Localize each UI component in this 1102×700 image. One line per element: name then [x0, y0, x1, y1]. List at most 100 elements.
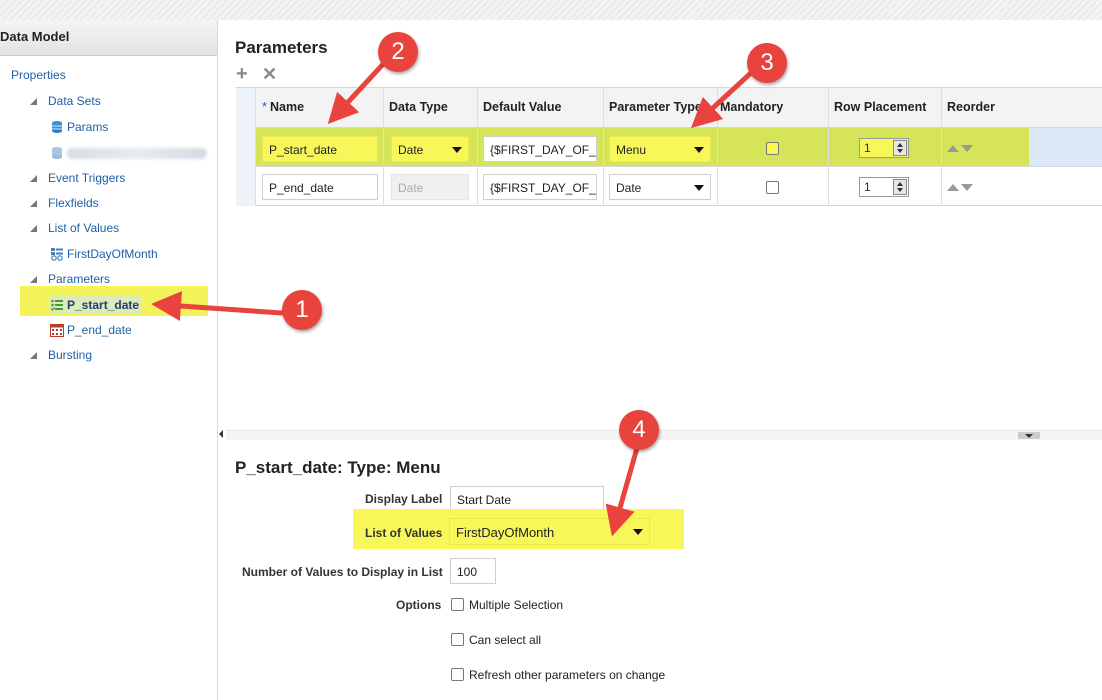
expanded-triangle-icon[interactable] [29, 274, 39, 284]
move-up-icon[interactable] [947, 183, 959, 191]
select-value: Date [616, 181, 642, 195]
parameters-editor: Parameters + ✕ * Name Data Type Default … [226, 20, 1102, 700]
column-header-data-type[interactable]: Data Type [389, 100, 448, 114]
database-icon [50, 146, 64, 160]
reorder-controls [947, 144, 973, 152]
tree-item-blurred[interactable] [50, 144, 207, 162]
display-label-label: Display Label [365, 492, 443, 506]
annotation-badge-3: 3 [747, 43, 787, 83]
tree-item-bursting[interactable]: Bursting [29, 346, 92, 364]
parameter-type-select[interactable]: Menu [609, 136, 711, 162]
required-mark: * [262, 100, 267, 114]
tree-item-label: Flexfields [48, 196, 99, 210]
expanded-triangle-icon[interactable] [29, 223, 39, 233]
list-of-values-label: List of Values [365, 526, 443, 540]
database-icon [50, 120, 64, 134]
tree-item-data-sets[interactable]: Data Sets [29, 92, 101, 110]
expanded-triangle-icon[interactable] [29, 173, 39, 183]
tree-item-event-triggers[interactable]: Event Triggers [29, 169, 125, 187]
pane-divider[interactable] [226, 430, 1102, 440]
data-type-select-disabled: Date [391, 174, 469, 200]
row-selector-column[interactable] [236, 88, 256, 206]
column-header-parameter-type[interactable]: Parameter Type [609, 100, 702, 114]
tree-item-label: Data Sets [48, 94, 101, 108]
row-placement-spinner[interactable]: 1 [859, 138, 909, 158]
display-label-input[interactable]: Start Date [450, 486, 604, 511]
add-icon[interactable]: + [236, 64, 248, 84]
refresh-params-checkbox[interactable] [451, 668, 464, 681]
top-strip [0, 0, 1102, 20]
row-placement-spinner[interactable]: 1 [859, 177, 909, 197]
parameter-type-select[interactable]: Date [609, 174, 711, 200]
tree-item-properties[interactable]: Properties [11, 66, 66, 84]
select-value: Menu [616, 143, 647, 157]
can-select-all-label: Can select all [469, 633, 542, 647]
page-title: Parameters [235, 38, 328, 57]
move-up-icon[interactable] [947, 144, 959, 152]
panel-title: Data Model [0, 20, 217, 56]
reorder-controls [947, 183, 973, 191]
refresh-params-label: Refresh other parameters on change [469, 668, 666, 682]
tree-item-label: Params [67, 120, 109, 134]
mandatory-checkbox[interactable] [766, 142, 779, 155]
num-values-input[interactable]: 100 [450, 558, 496, 584]
spinner-arrows-icon[interactable] [893, 140, 907, 156]
tree-item-label: Bursting [48, 348, 93, 362]
options-label: Options [396, 598, 442, 612]
tree-item-flexfields[interactable]: Flexfields [29, 194, 99, 212]
tree-item-p-start-date[interactable]: P_start_date [50, 296, 143, 314]
parameters-table: * Name Data Type Default Value Parameter… [236, 87, 1102, 206]
tree-item-first-day-of-month[interactable]: FirstDayOfMonth [50, 245, 158, 263]
expanded-triangle-icon[interactable] [29, 350, 39, 360]
annotation-badge-2: 2 [378, 32, 418, 72]
chevron-down-icon [452, 147, 462, 153]
data-model-panel: Data Model Properties Data Sets Params E… [0, 20, 218, 700]
spinner-arrows-icon[interactable] [893, 179, 907, 195]
data-type-select[interactable]: Date [391, 136, 469, 162]
column-header-reorder[interactable]: Reorder [947, 100, 995, 114]
column-header-default-value[interactable]: Default Value [483, 100, 562, 114]
column-header-name[interactable]: Name [270, 100, 304, 114]
chevron-down-icon [694, 147, 704, 153]
select-value: Date [398, 143, 424, 157]
tree-item-label: Properties [11, 68, 66, 82]
default-value-input[interactable]: {$FIRST_DAY_OF_ [483, 136, 597, 162]
spinner-value: 1 [864, 180, 871, 194]
annotation-badge-1: 1 [282, 290, 322, 330]
tree-item-label: Event Triggers [48, 171, 126, 185]
calendar-icon [50, 323, 64, 337]
list-of-values-select[interactable]: FirstDayOfMonth [449, 518, 650, 545]
mandatory-checkbox[interactable] [766, 181, 779, 194]
blurred-label [67, 147, 207, 159]
can-select-all-checkbox[interactable] [451, 633, 464, 646]
menu-parameter-icon [50, 298, 64, 312]
collapse-left-panel-handle[interactable] [218, 420, 226, 460]
column-header-row-placement[interactable]: Row Placement [834, 100, 926, 114]
table-header: * Name Data Type Default Value Parameter… [236, 88, 1102, 128]
tree-item-label: P_end_date [67, 323, 132, 337]
collapse-detail-icon[interactable] [1018, 432, 1040, 439]
expanded-triangle-icon[interactable] [29, 96, 39, 106]
default-value-input[interactable]: {$FIRST_DAY_OF_ [483, 174, 597, 200]
num-values-label: Number of Values to Display in List [242, 565, 443, 579]
tree-item-label: Parameters [48, 272, 111, 286]
tree-item-params[interactable]: Params [50, 118, 108, 136]
tree-item-parameters[interactable]: Parameters [29, 270, 110, 288]
move-down-icon[interactable] [961, 184, 973, 191]
spinner-value: 1 [864, 141, 871, 155]
multiple-selection-label: Multiple Selection [469, 598, 564, 612]
multiple-selection-checkbox[interactable] [451, 598, 464, 611]
tree-item-label: FirstDayOfMonth [67, 247, 158, 261]
tree-item-label: P_start_date [67, 298, 140, 312]
chevron-down-icon [633, 529, 643, 535]
chevron-down-icon [694, 185, 704, 191]
name-input[interactable]: P_start_date [262, 136, 378, 162]
move-down-icon[interactable] [961, 145, 973, 152]
name-input[interactable]: P_end_date [262, 174, 378, 200]
delete-icon[interactable]: ✕ [262, 64, 277, 84]
tree-item-list-of-values[interactable]: List of Values [29, 219, 119, 237]
list-of-values-icon [50, 247, 64, 261]
column-header-mandatory[interactable]: Mandatory [720, 100, 783, 114]
tree-item-p-end-date[interactable]: P_end_date [50, 321, 132, 339]
expanded-triangle-icon[interactable] [29, 198, 39, 208]
